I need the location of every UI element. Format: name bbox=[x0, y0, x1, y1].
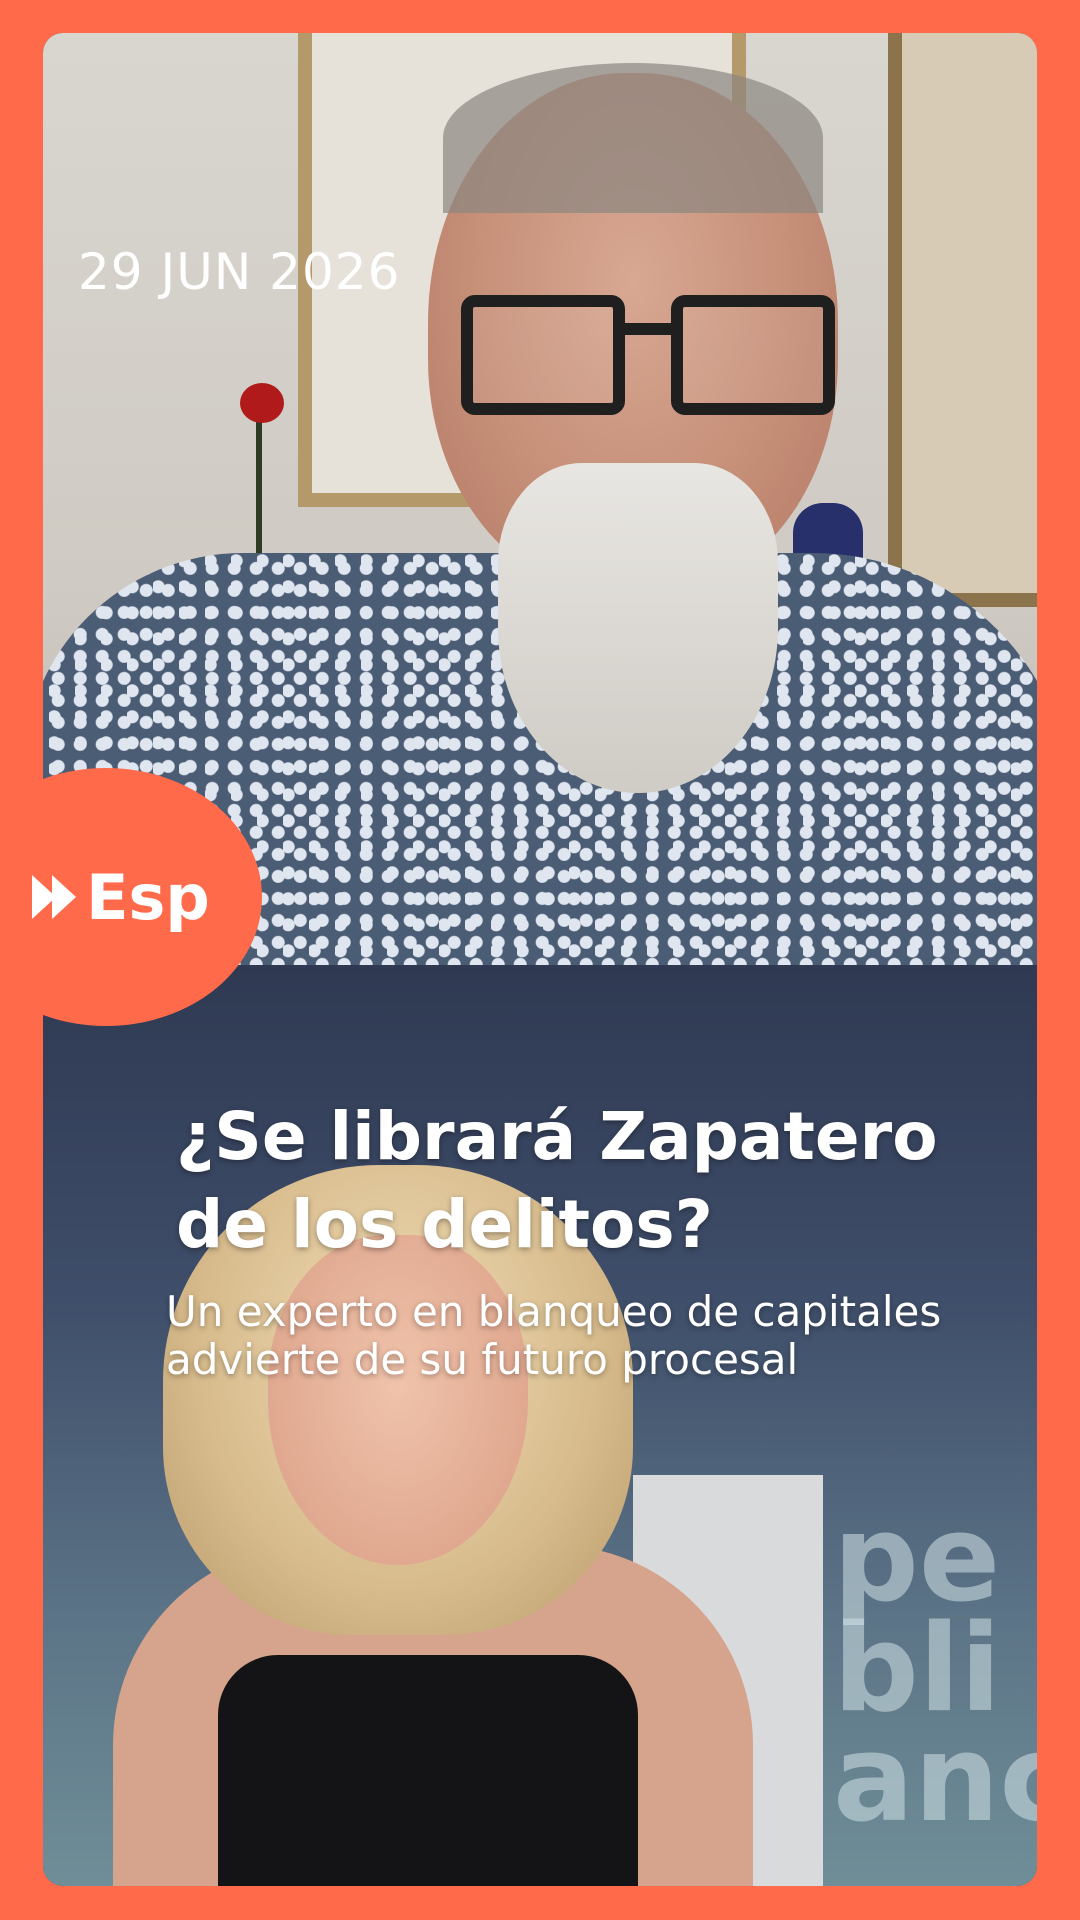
rose-flower bbox=[240, 383, 284, 423]
glasses-right-lens bbox=[671, 295, 835, 415]
story-subheadline: Un experto en blanqueo de capitales advi… bbox=[166, 1288, 1037, 1384]
man-hair bbox=[443, 63, 823, 213]
subheadline-line-1: Un experto en blanqueo de capitales bbox=[166, 1287, 942, 1336]
studio-background-lettering: pe bli anc bbox=[833, 1490, 1037, 1849]
man-beard bbox=[498, 463, 778, 793]
woman-black-top bbox=[218, 1655, 638, 1886]
story-date: 29 JUN 2026 bbox=[78, 243, 401, 301]
wall-picture-frame-right bbox=[888, 33, 1037, 607]
headline-line-1: ¿Se librará Zapatero bbox=[176, 1098, 938, 1175]
brand-label: Esp bbox=[86, 860, 210, 934]
woman-face bbox=[268, 1235, 528, 1565]
story-headline: ¿Se librará Zapatero de los delitos? bbox=[176, 1093, 996, 1269]
headline-line-2: de los delitos? bbox=[176, 1186, 713, 1263]
glasses-bridge bbox=[623, 323, 671, 335]
subheadline-line-2: advierte de su futuro procesal bbox=[166, 1335, 799, 1384]
brand-logo: Esp bbox=[32, 861, 210, 934]
rose-stem bbox=[256, 403, 262, 563]
glasses-left-lens bbox=[461, 295, 625, 415]
fast-forward-icon bbox=[32, 875, 77, 919]
